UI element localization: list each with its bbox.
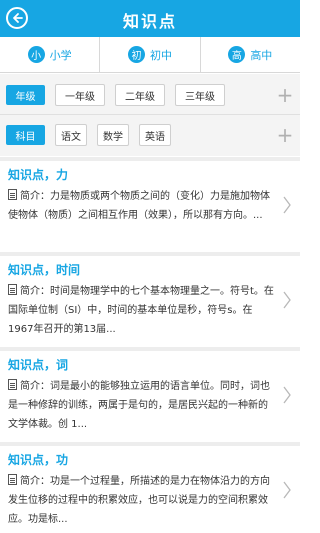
item-title: 知识点，功 [8,453,69,467]
item-text: 简介：时间是物理学中的七个基本物理量之一。符号t。在国际单位制（SI）中，时间的… [8,286,274,335]
app-header: 知识点 [0,0,300,37]
item-summary: 简介：力是物质或两个物质之间的（变化）力是施加物体使物体（物质）之间相互作用（效… [8,187,276,225]
item-summary: 简介：词是最小的能够独立运用的语言单位。同时，词也是一种修辞的训练，两属于是句的… [8,377,276,434]
subject-filter-tag: 科目 [6,125,45,145]
grade-option[interactable]: 一年级 [55,84,105,106]
tab-label: 小学 [49,48,72,62]
document-icon [8,379,17,390]
list-item[interactable]: 知识点，词 简介：词是最小的能够独立运用的语言单位。同时，词也是一种修辞的训练，… [0,347,300,442]
item-summary: 简介：时间是物理学中的七个基本物理量之一。符号t。在国际单位制（SI）中，时间的… [8,282,276,339]
school-level-tabs: 小 小学 初 初中 高 高中 [0,37,300,73]
item-text: 简介：功是一个过程量，所描述的是力在物体沿力的方向发生位移的过程中的积累效应，也… [8,476,270,525]
tab-high-school[interactable]: 高 高中 [201,37,300,72]
subject-filter-row: 科目 语文 数学 英语 + [0,121,300,149]
document-icon [8,189,17,200]
item-text: 简介：词是最小的能够独立运用的语言单位。同时，词也是一种修辞的训练，两属于是句的… [8,381,270,430]
page-title: 知识点 [122,12,177,31]
item-summary: 简介：功是一个过程量，所描述的是力在物体沿力的方向发生位移的过程中的积累效应，也… [8,472,276,529]
item-title: 知识点，时间 [8,263,81,277]
middle-badge-icon: 初 [127,46,145,63]
primary-badge-icon: 小 [27,46,45,63]
item-title: 知识点，词 [8,358,69,372]
chevron-right-icon [282,290,292,310]
tab-middle-school[interactable]: 初 初中 [100,37,201,72]
item-title: 知识点，力 [8,168,69,182]
chevron-right-icon [282,480,292,500]
grade-option[interactable]: 三年级 [175,84,225,106]
chevron-right-icon [282,195,292,215]
document-icon [8,284,17,295]
tab-label: 高中 [250,48,273,62]
grade-option[interactable]: 二年级 [115,84,165,106]
add-grade-plus-icon[interactable]: + [276,85,294,105]
tab-primary-school[interactable]: 小 小学 [0,37,101,72]
grade-filter-tag: 年级 [6,85,45,105]
list-item[interactable]: 知识点，时间 简介：时间是物理学中的七个基本物理量之一。符号t。在国际单位制（S… [0,252,300,347]
subject-option[interactable]: 语文 [55,124,87,146]
chevron-right-icon [282,385,292,405]
add-subject-plus-icon[interactable]: + [276,125,294,145]
subject-option[interactable]: 英语 [139,124,171,146]
item-text: 简介：力是物质或两个物质之间的（变化）力是施加物体使物体（物质）之间相互作用（效… [8,191,270,221]
divider [0,114,300,115]
knowledge-point-list: 知识点，力 简介：力是物质或两个物质之间的（变化）力是施加物体使物体（物质）之间… [0,157,300,533]
list-item[interactable]: 知识点，功 简介：功是一个过程量，所描述的是力在物体沿力的方向发生位移的过程中的… [0,442,300,533]
filter-panel: 年级 一年级 二年级 三年级 + 科目 语文 数学 英语 + [0,74,300,156]
document-icon [8,474,17,485]
tab-label: 初中 [149,48,172,62]
subject-option[interactable]: 数学 [97,124,129,146]
list-item[interactable]: 知识点，力 简介：力是物质或两个物质之间的（变化）力是施加物体使物体（物质）之间… [0,157,300,252]
grade-filter-row: 年级 一年级 二年级 三年级 + [0,81,300,109]
high-badge-icon: 高 [228,46,246,63]
